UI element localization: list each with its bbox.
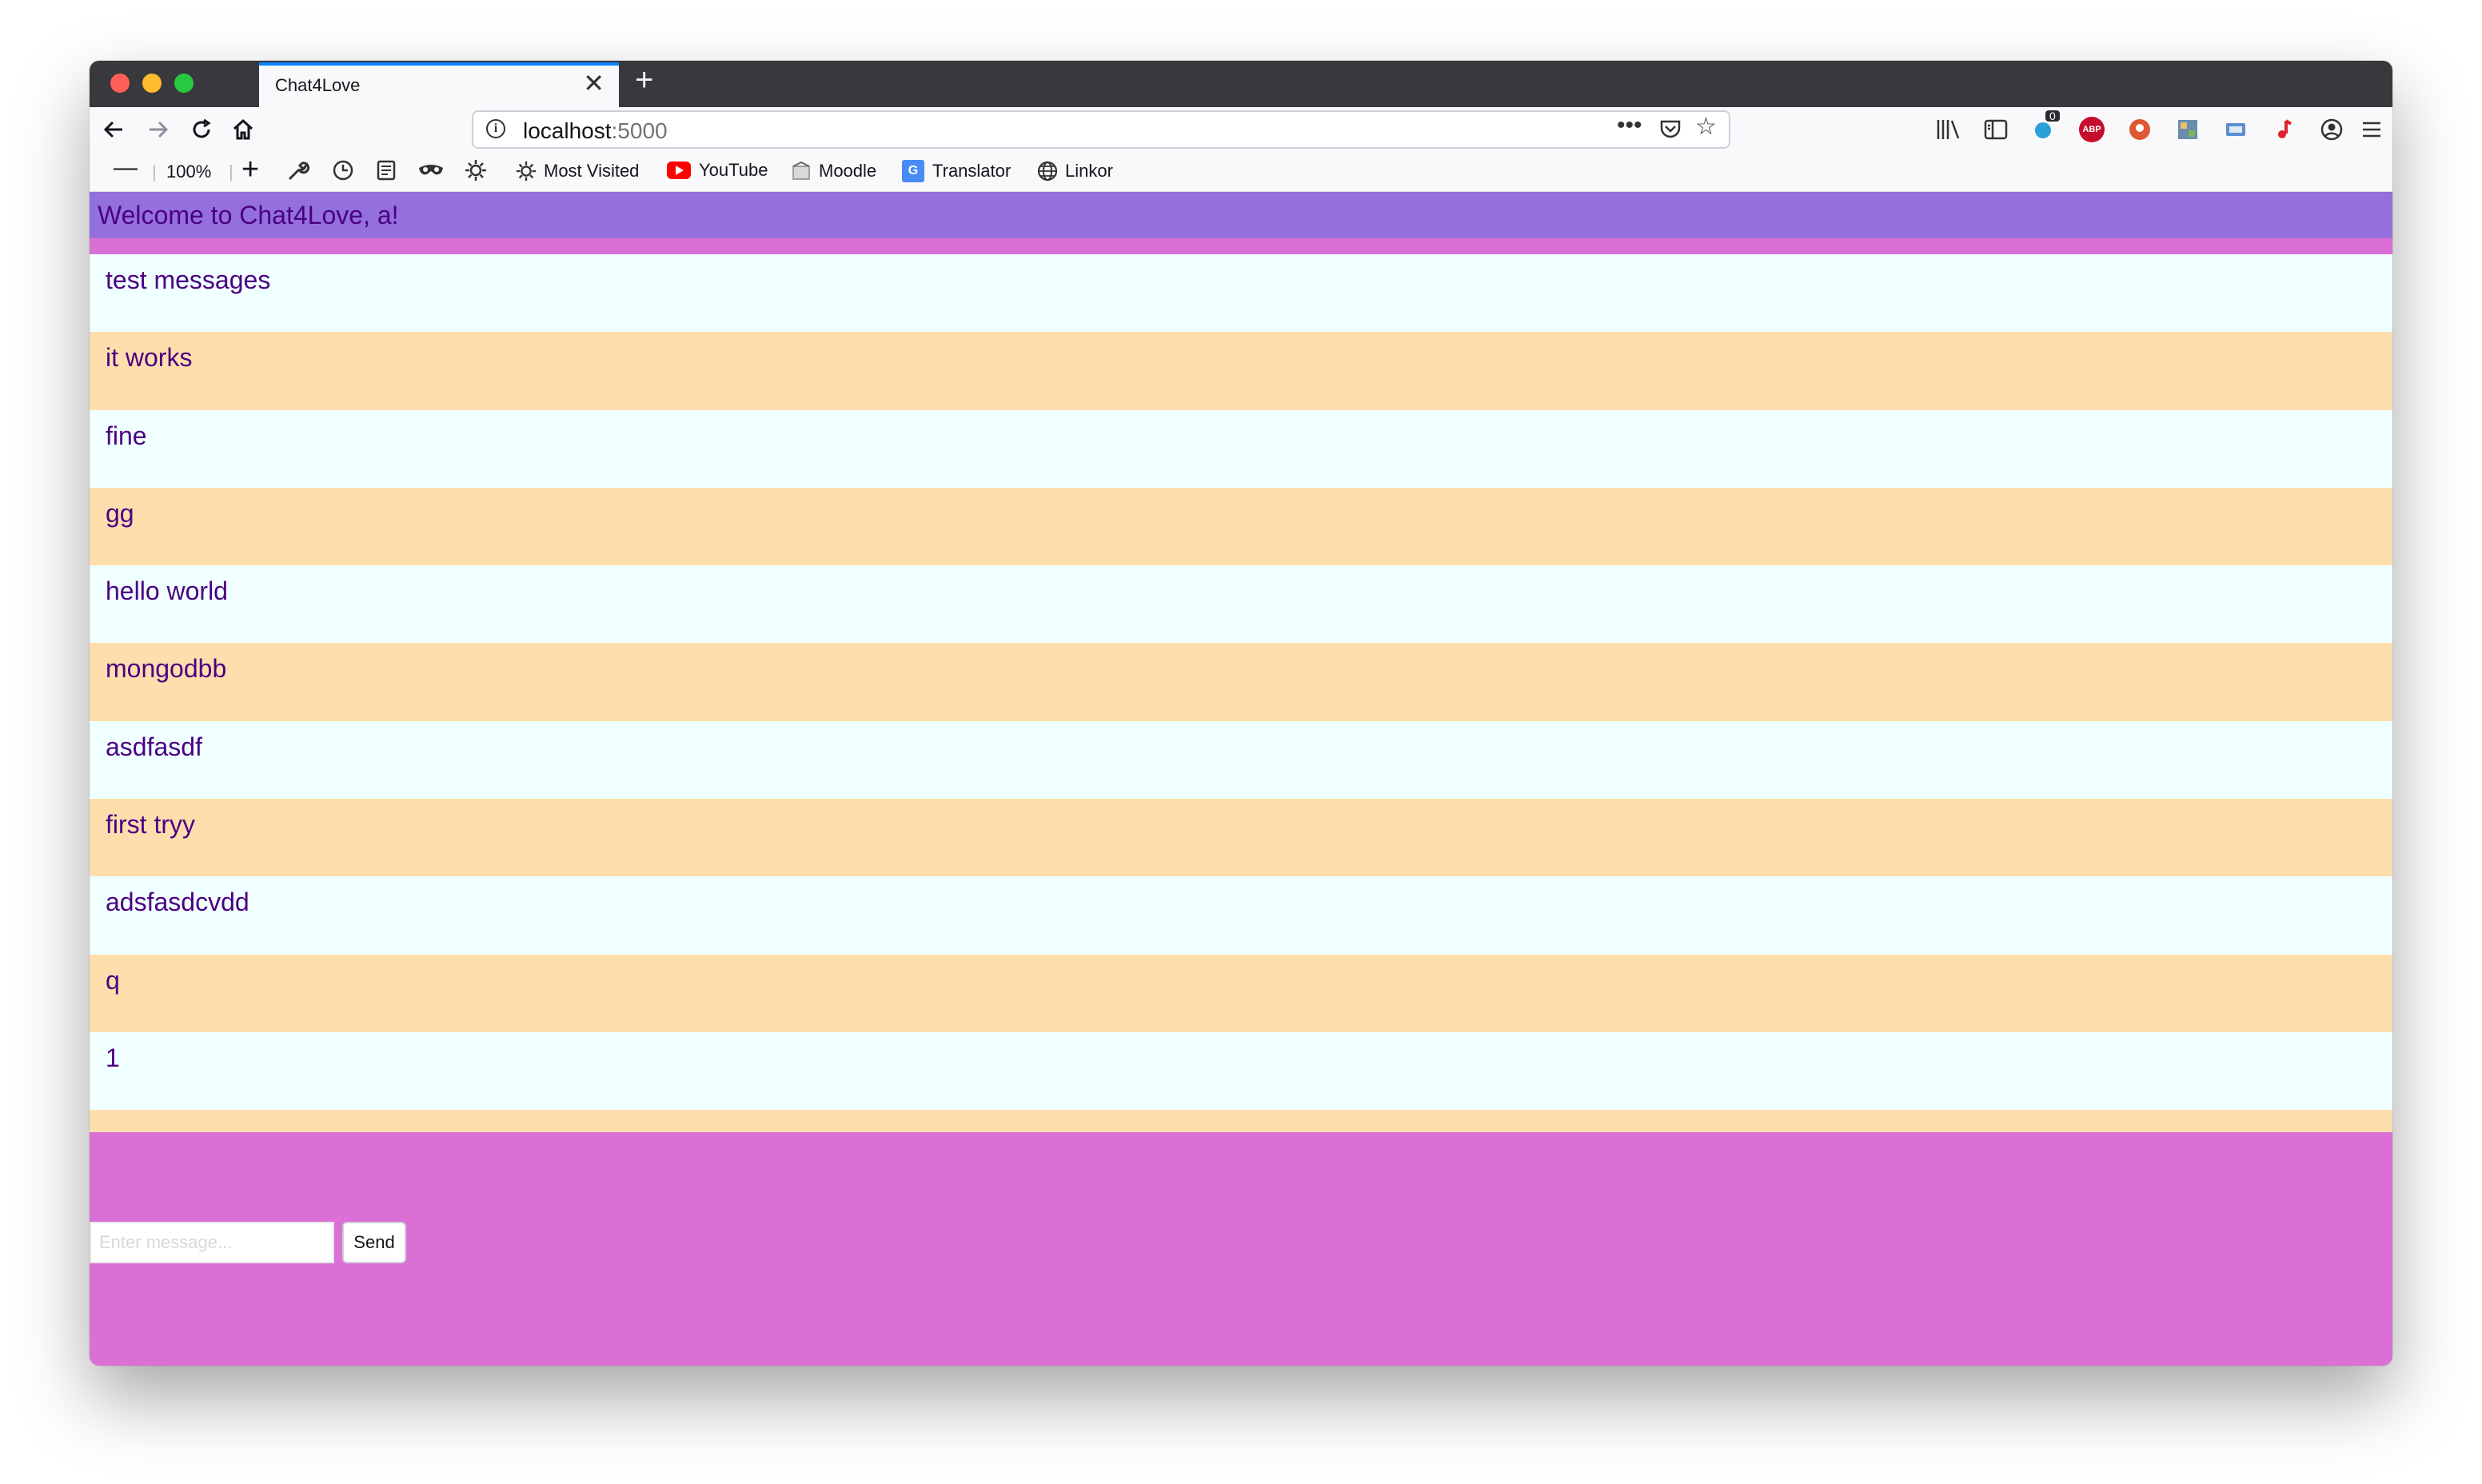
moodle-icon xyxy=(792,161,810,180)
bookmark-label: Most Visited xyxy=(544,160,640,181)
bookmark-moodle[interactable]: Moodle xyxy=(790,160,876,182)
settings-gear-icon[interactable] xyxy=(464,158,488,182)
message-item xyxy=(90,1110,2392,1132)
private-mask-icon[interactable] xyxy=(417,158,445,182)
abp-label: ABP xyxy=(2079,117,2105,142)
message-item: mongodbb xyxy=(90,643,2392,721)
bookmark-youtube[interactable]: YouTube xyxy=(667,160,768,181)
toolbar-separator: | xyxy=(152,162,157,182)
zoom-out-button[interactable]: — xyxy=(114,154,138,182)
bookmark-linkor[interactable]: Linkor xyxy=(1036,160,1113,182)
bookmark-label: Moodle xyxy=(819,160,877,181)
history-clock-icon[interactable] xyxy=(331,158,355,182)
home-icon xyxy=(233,118,253,140)
zoom-in-button[interactable]: + xyxy=(241,152,259,189)
sidebar-icon[interactable] xyxy=(1981,115,2010,144)
browser-window: Chat4Love ✕ + i localhost:5000 ••• ☆ 0 A… xyxy=(90,61,2392,1366)
extension-badge-count: 0 xyxy=(2045,110,2060,122)
window-minimize-button[interactable] xyxy=(142,74,162,93)
window-close-button[interactable] xyxy=(110,74,130,93)
gear-icon xyxy=(516,161,537,182)
window-maximize-button[interactable] xyxy=(174,74,194,93)
address-bar[interactable]: i localhost:5000 ••• ☆ xyxy=(472,110,1730,149)
message-item: test messages xyxy=(90,254,2392,333)
reload-icon xyxy=(193,118,211,138)
page-actions-icon[interactable]: ••• xyxy=(1617,114,1642,138)
reader-view-icon[interactable] xyxy=(374,158,398,182)
screenshot-extension-icon[interactable] xyxy=(2221,115,2250,144)
site-info-icon[interactable]: i xyxy=(486,119,505,138)
tab-strip: Chat4Love ✕ + xyxy=(90,61,2392,107)
message-item: 1 xyxy=(90,1031,2392,1111)
send-button[interactable]: Send xyxy=(342,1222,406,1263)
account-icon[interactable] xyxy=(2317,115,2346,144)
message-item: q xyxy=(90,954,2392,1032)
image-extension-icon[interactable] xyxy=(2173,115,2202,144)
zoom-level[interactable]: 100% xyxy=(166,162,211,182)
hamburger-menu-icon[interactable] xyxy=(2357,115,2386,144)
bookmark-label: YouTube xyxy=(699,160,768,180)
chat-page: Welcome to Chat4Love, a! test messages i… xyxy=(90,192,2392,1366)
message-item: asdfasdf xyxy=(90,720,2392,800)
translator-icon: G xyxy=(902,160,924,182)
youtube-icon xyxy=(667,162,691,180)
toolbar-separator: | xyxy=(229,162,233,182)
close-tab-icon[interactable]: ✕ xyxy=(583,70,605,96)
library-icon[interactable] xyxy=(1933,115,1962,144)
forward-button[interactable] xyxy=(141,112,176,147)
message-input[interactable] xyxy=(90,1222,334,1263)
url-host: localhost xyxy=(523,118,612,143)
navigation-toolbar: i localhost:5000 ••• ☆ 0 ABP xyxy=(90,107,2392,152)
bookmark-translator[interactable]: G Translator xyxy=(902,160,1011,182)
bookmark-label: Linkor xyxy=(1065,160,1113,181)
adblock-plus-icon[interactable]: ABP xyxy=(2077,115,2106,144)
back-button[interactable] xyxy=(96,112,131,147)
message-item: hello world xyxy=(90,565,2392,644)
globe-icon xyxy=(1037,161,1058,182)
message-item: gg xyxy=(90,487,2392,566)
reload-button[interactable] xyxy=(184,112,219,147)
new-tab-button[interactable]: + xyxy=(635,64,653,96)
wrench-icon[interactable] xyxy=(286,158,310,182)
back-arrow-icon xyxy=(103,121,122,138)
duckduckgo-icon[interactable] xyxy=(2125,115,2154,144)
bookmark-most-visited[interactable]: Most Visited xyxy=(515,160,639,182)
tab-title: Chat4Love xyxy=(275,75,361,95)
message-item: fine xyxy=(90,409,2392,488)
forward-arrow-icon xyxy=(150,121,169,138)
bookmark-star-icon[interactable]: ☆ xyxy=(1695,115,1717,139)
bookmarks-toolbar: — | 100% | + Most Visited YouTube Moodle… xyxy=(90,152,2392,192)
pocket-icon[interactable] xyxy=(1658,117,1682,146)
bookmark-label: Translator xyxy=(932,160,1012,181)
message-item: first tryy xyxy=(90,799,2392,877)
music-note-icon[interactable] xyxy=(2269,115,2298,144)
url-text[interactable]: localhost:5000 xyxy=(523,118,668,144)
home-button[interactable] xyxy=(225,112,261,147)
tab-chat4love[interactable]: Chat4Love ✕ xyxy=(259,62,619,107)
url-port: :5000 xyxy=(611,118,668,143)
welcome-header: Welcome to Chat4Love, a! xyxy=(90,192,2392,238)
notification-extension-icon[interactable]: 0 xyxy=(2029,110,2060,144)
message-item: adsfasdcvdd xyxy=(90,876,2392,955)
message-list: test messages it works fine gg hello wor… xyxy=(90,254,2392,1132)
message-item: it works xyxy=(90,332,2392,410)
